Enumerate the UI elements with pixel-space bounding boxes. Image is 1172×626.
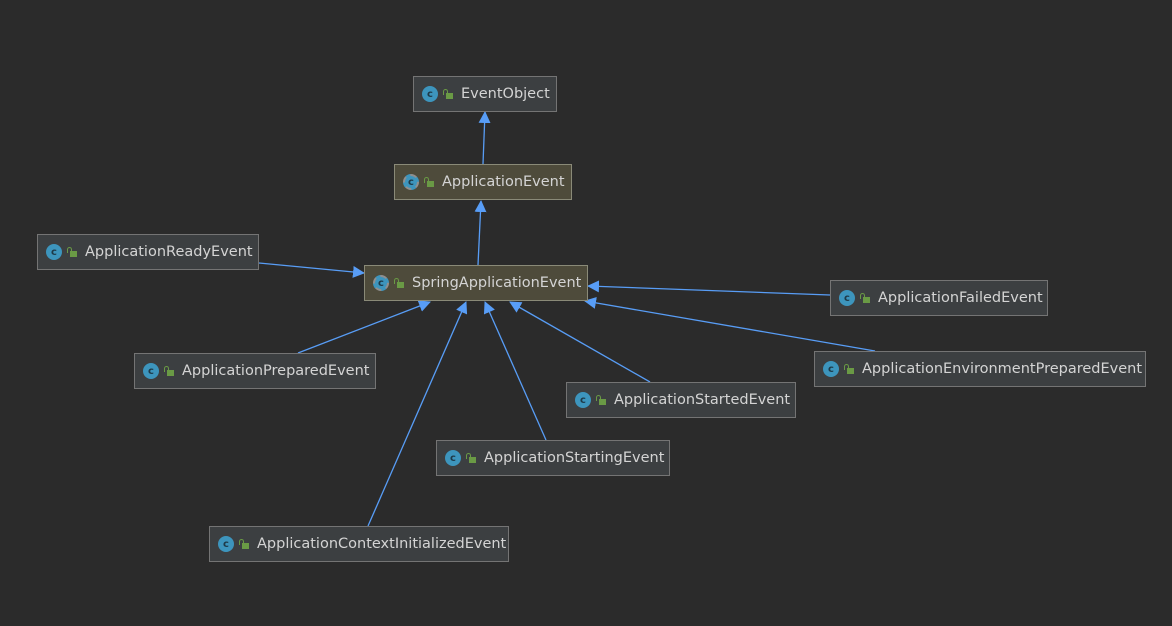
inheritance-arrow-spring-application-event — [474, 200, 487, 266]
class-icon: c — [575, 392, 591, 408]
node-application-starting-event[interactable]: c ApplicationStartingEvent — [436, 440, 670, 476]
node-label: SpringApplicationEvent — [412, 275, 582, 291]
inheritance-arrow-application-ready-event — [258, 262, 365, 278]
node-application-context-initialized-event[interactable]: c ApplicationContextInitializedEvent — [209, 526, 509, 562]
node-application-ready-event[interactable]: c ApplicationReadyEvent — [37, 234, 259, 270]
public-visibility-icon — [443, 89, 453, 99]
class-icon: c — [839, 290, 855, 306]
node-application-prepared-event[interactable]: c ApplicationPreparedEvent — [134, 353, 376, 389]
node-application-environment-prepared-event[interactable]: c ApplicationEnvironmentPreparedEvent — [814, 351, 1146, 387]
class-icon: c — [143, 363, 159, 379]
node-event-object[interactable]: c EventObject — [413, 76, 557, 112]
class-icon: c — [823, 361, 839, 377]
public-visibility-icon — [239, 539, 249, 549]
uml-class-diagram: c EventObject c ApplicationEvent c Sprin… — [0, 0, 1172, 626]
node-application-failed-event[interactable]: c ApplicationFailedEvent — [830, 280, 1048, 316]
public-visibility-icon — [596, 395, 606, 405]
node-label: ApplicationPreparedEvent — [182, 363, 370, 379]
node-label: ApplicationContextInitializedEvent — [257, 536, 507, 552]
inheritance-arrow-application-prepared-event — [297, 300, 431, 354]
public-visibility-icon — [394, 278, 404, 288]
public-visibility-icon — [67, 247, 77, 257]
public-visibility-icon — [844, 364, 854, 374]
abstract-class-icon: c — [373, 275, 389, 291]
public-visibility-icon — [466, 453, 476, 463]
node-label: EventObject — [461, 86, 550, 102]
inheritance-arrow-application-event — [478, 111, 491, 165]
node-label: ApplicationStartedEvent — [614, 392, 791, 408]
node-label: ApplicationFailedEvent — [878, 290, 1043, 306]
node-label: ApplicationStartingEvent — [484, 450, 665, 466]
public-visibility-icon — [424, 177, 434, 187]
node-spring-application-event[interactable]: c SpringApplicationEvent — [364, 265, 588, 301]
node-label: ApplicationEnvironmentPreparedEvent — [862, 361, 1143, 377]
node-label: ApplicationReadyEvent — [85, 244, 253, 260]
node-application-event[interactable]: c ApplicationEvent — [394, 164, 572, 200]
class-icon: c — [46, 244, 62, 260]
inheritance-arrow-application-started-event — [509, 301, 651, 383]
inheritance-arrow-application-starting-event — [483, 301, 547, 441]
inheritance-arrow-application-failed-event — [587, 280, 831, 296]
public-visibility-icon — [860, 293, 870, 303]
node-label: ApplicationEvent — [442, 174, 565, 190]
node-application-started-event[interactable]: c ApplicationStartedEvent — [566, 382, 796, 418]
abstract-class-icon: c — [403, 174, 419, 190]
class-icon: c — [422, 86, 438, 102]
inheritance-arrow-application-context-initialized-event — [367, 301, 468, 527]
class-icon: c — [218, 536, 234, 552]
public-visibility-icon — [164, 366, 174, 376]
class-icon: c — [445, 450, 461, 466]
